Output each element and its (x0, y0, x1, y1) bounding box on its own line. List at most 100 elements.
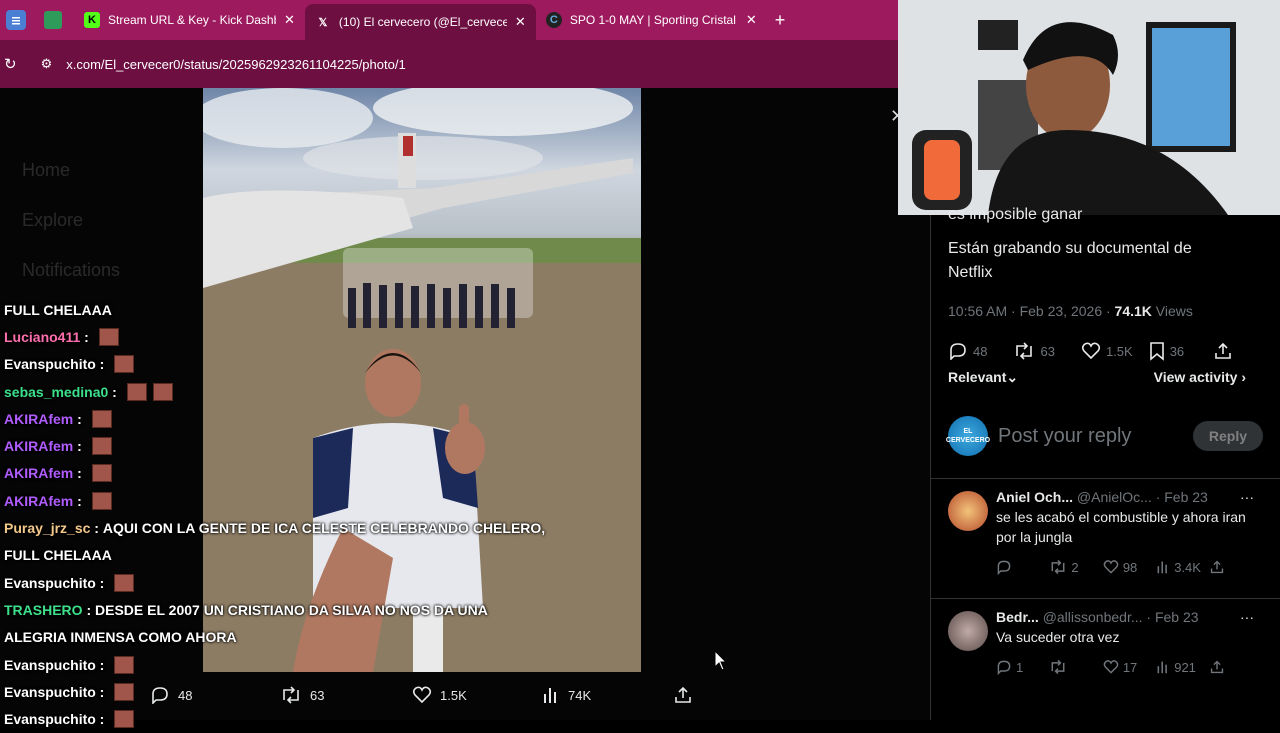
views-button[interactable]: 3.4K (1156, 559, 1209, 575)
like-count: 1.5K (1105, 343, 1133, 359)
tweet-time[interactable]: 10:56 AM · Feb 23, 2026 · (948, 303, 1115, 319)
share-button[interactable] (1210, 659, 1263, 675)
site-settings-icon[interactable]: ⚙ (41, 56, 53, 72)
views-button[interactable]: 921 (1156, 659, 1209, 675)
chat-text: ALEGRIA INMENSA COMO AHORA (4, 629, 237, 646)
heart-icon (1103, 659, 1119, 675)
chat-username[interactable]: Luciano411 (4, 329, 80, 345)
chat-username[interactable]: AKIRAfem (4, 411, 73, 427)
reply-author-name[interactable]: Bedr... (996, 609, 1039, 625)
new-tab-button[interactable]: + (775, 10, 786, 31)
chat-username[interactable]: sebas_medina0 (4, 384, 108, 400)
share-icon (1210, 560, 1224, 574)
chat-message: Evanspuchito : (4, 351, 564, 378)
view-activity-link[interactable]: View activity › (1154, 369, 1246, 386)
avatar: EL CERVECERO (945, 416, 991, 456)
chat-emote-icon (91, 491, 112, 510)
x-favicon-icon: 𝕏 (318, 16, 328, 29)
like-button[interactable]: 98 (1103, 559, 1156, 575)
reply-tweet[interactable]: Aniel Och... @AnielOc... · Feb 23 ··· se … (931, 479, 1280, 598)
chevron-right-icon: › (1241, 369, 1246, 385)
chat-separator: : (73, 492, 86, 509)
repost-count: 63 (310, 687, 325, 703)
tab-kick[interactable]: K Stream URL & Key - Kick Dashb ✕ (74, 4, 305, 36)
tab-x[interactable]: 𝕏 (10) El cervecero (@El_cervecer ✕ (304, 4, 536, 40)
reply-button[interactable]: 1 (996, 659, 1049, 675)
reply-date[interactable]: · Feb 23 (1156, 489, 1208, 505)
views-count: 3.4K (1174, 559, 1201, 575)
reply-tweet[interactable]: Bedr... @allissonbedr... · Feb 23 ··· Va … (931, 599, 1280, 718)
kick-favicon-icon: K (84, 12, 100, 28)
like-count: 98 (1122, 559, 1138, 575)
reply-actions: 1 17 921 (996, 659, 1263, 675)
chat-emote-icon (114, 655, 135, 674)
like-button[interactable]: 17 (1103, 659, 1156, 675)
reply-text: Va suceder otra vez (996, 629, 1120, 645)
repost-button[interactable]: 2 (1049, 559, 1102, 575)
close-tab-icon[interactable]: ✕ (515, 14, 526, 30)
tab-group-icon[interactable] (44, 11, 62, 29)
chat-username[interactable]: Evanspuchito (4, 575, 96, 591)
views-icon (1156, 660, 1170, 674)
chat-message: AKIRAfem : (4, 405, 564, 432)
chat-message: FULL CHELAAA (4, 296, 564, 323)
chat-username[interactable]: Puray_jrz_sc (4, 520, 90, 536)
stream-chat: FULL CHELAAA Luciano411 : Evanspuchito : … (4, 296, 564, 733)
chat-message: AKIRAfem : (4, 460, 564, 487)
views-action[interactable]: 74K (542, 686, 591, 704)
chat-username[interactable]: Evanspuchito (4, 356, 96, 372)
chat-message: sebas_medina0 : (4, 378, 564, 405)
reply-button[interactable]: 48 (948, 342, 987, 360)
repost-button[interactable] (1049, 659, 1102, 675)
reload-icon[interactable]: ↻ (4, 55, 17, 73)
share-action[interactable] (674, 686, 692, 704)
chat-username[interactable]: TRASHERO (4, 602, 83, 618)
chat-emote-icon (114, 355, 135, 374)
tweet-detail-panel: es imposible ganar Están grabando su doc… (930, 206, 1280, 720)
chat-username[interactable]: AKIRAfem (4, 465, 73, 481)
relevant-dropdown[interactable]: Relevant⌄ (948, 369, 1018, 386)
browser-chrome: K Stream URL & Key - Kick Dashb ✕ 𝕏 (10)… (0, 0, 898, 88)
reply-input[interactable]: Post your reply (998, 425, 1193, 448)
chat-username[interactable]: Evanspuchito (4, 711, 96, 727)
bookmark-button[interactable]: 36 (1149, 341, 1184, 361)
reply-date[interactable]: · Feb 23 (1146, 609, 1198, 625)
repost-button[interactable]: 63 (1013, 342, 1055, 360)
share-button[interactable] (1210, 559, 1263, 575)
close-tab-icon[interactable]: ✕ (746, 12, 757, 28)
reply-button[interactable] (996, 559, 1049, 575)
like-count: 1.5K (440, 687, 467, 703)
tab-sporting[interactable]: C SPO 1-0 MAY | Sporting Cristal ✕ (536, 4, 767, 36)
tab-list-icon[interactable] (6, 10, 26, 30)
chat-username[interactable]: AKIRAfem (4, 493, 73, 509)
like-button[interactable]: 1.5K (1081, 342, 1133, 360)
chat-emote-icon (126, 382, 147, 401)
chat-username[interactable]: AKIRAfem (4, 438, 73, 454)
views-count: 921 (1174, 659, 1196, 675)
repost-icon (1049, 559, 1067, 575)
avatar-text: EL CERVECERO (945, 428, 991, 444)
avatar (948, 611, 988, 651)
like-action[interactable]: 1.5K (412, 686, 467, 704)
url-input[interactable]: x.com/El_cervecer0/status/20259629232611… (66, 57, 405, 72)
tweet-views-count: 74.1K (1114, 303, 1152, 319)
reply-submit-button[interactable]: Reply (1192, 421, 1263, 451)
reply-author-name[interactable]: Aniel Och... (996, 489, 1073, 505)
reply-author-handle[interactable]: @AnielOc... (1077, 489, 1152, 505)
chat-message: AKIRAfem : (4, 487, 564, 514)
site-favicon-icon: C (545, 12, 562, 28)
views-icon (542, 686, 560, 704)
chevron-down-icon: ⌄ (1006, 369, 1019, 385)
chat-username[interactable]: Evanspuchito (4, 657, 96, 673)
close-tab-icon[interactable]: ✕ (284, 12, 295, 28)
more-icon[interactable]: ··· (1240, 489, 1254, 505)
reply-sort-row: Relevant⌄ View activity › (931, 369, 1280, 386)
reply-action[interactable]: 48 (150, 686, 192, 704)
share-button[interactable] (1214, 342, 1232, 360)
chat-separator: : (73, 410, 86, 427)
reply-author-handle[interactable]: @allissonbedr... (1043, 609, 1143, 625)
repost-action[interactable]: 63 (280, 686, 324, 704)
more-icon[interactable]: ··· (1240, 609, 1254, 625)
reply-text: se les acabó el combustible y ahora iran… (996, 509, 1246, 545)
repost-icon (280, 686, 302, 704)
